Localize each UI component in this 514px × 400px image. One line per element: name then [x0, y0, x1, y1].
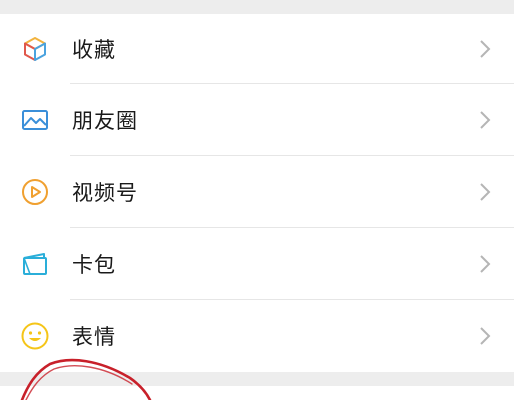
moments-image-icon [20, 105, 50, 135]
menu-item-stickers[interactable]: 表情 [0, 300, 514, 372]
stickers-smiley-icon [20, 321, 50, 351]
chevron-right-icon [478, 254, 492, 274]
menu-item-moments[interactable]: 朋友圈 [0, 84, 514, 156]
chevron-right-icon [478, 39, 492, 59]
channels-play-icon [20, 177, 50, 207]
section-gap-top [0, 0, 514, 14]
menu-item-channels[interactable]: 视频号 [0, 156, 514, 228]
chevron-right-icon [478, 110, 492, 130]
chevron-right-icon [478, 182, 492, 202]
menu-item-label: 视频号 [72, 181, 138, 205]
cards-wallet-icon [20, 249, 50, 279]
menu-item-label: 表情 [72, 325, 116, 349]
menu-item-cards[interactable]: 卡包 [0, 228, 514, 300]
menu-item-favorites[interactable]: 收藏 [0, 14, 514, 84]
chevron-right-icon [478, 326, 492, 346]
me-tab-screen: 收藏 朋友圈 视频号 卡包 表情 [0, 0, 514, 400]
next-section-top [0, 386, 514, 400]
menu-item-label: 卡包 [72, 253, 116, 277]
me-menu-list: 收藏 朋友圈 视频号 卡包 表情 [0, 14, 514, 372]
favorites-cube-icon [20, 34, 50, 64]
menu-item-label: 收藏 [72, 38, 116, 62]
menu-item-label: 朋友圈 [72, 109, 138, 133]
